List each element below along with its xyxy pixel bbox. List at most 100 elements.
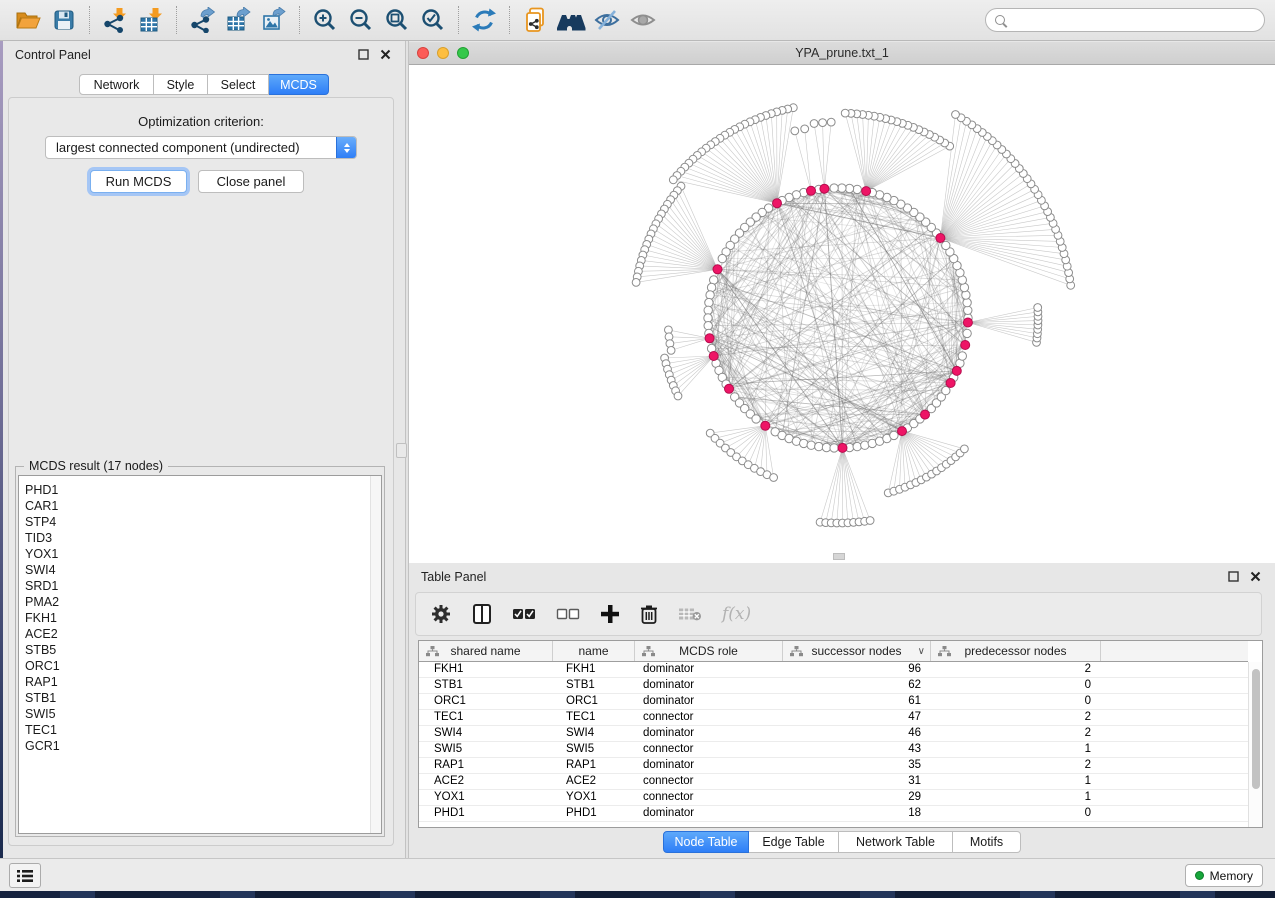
- mcds-result-item[interactable]: SWI5: [19, 706, 369, 722]
- mcds-result-item[interactable]: PMA2: [19, 594, 369, 610]
- tab-motifs[interactable]: Motifs: [953, 831, 1021, 853]
- tab-node-table[interactable]: Node Table: [663, 831, 749, 853]
- tab-network[interactable]: Network: [79, 74, 154, 95]
- table-cell[interactable]: 2: [931, 758, 1101, 773]
- table-cell[interactable]: PHD1: [419, 806, 553, 821]
- function-builder-icon[interactable]: f(x): [722, 601, 751, 627]
- table-cell[interactable]: STB1: [553, 678, 635, 693]
- table-row[interactable]: SWI5SWI5connector431: [419, 742, 1248, 758]
- mcds-result-item[interactable]: ORC1: [19, 658, 369, 674]
- mcds-result-item[interactable]: STB5: [19, 642, 369, 658]
- hide-selected-eye-icon[interactable]: [589, 4, 625, 36]
- table-cell[interactable]: FKH1: [419, 662, 553, 677]
- table-cell[interactable]: ACE2: [419, 774, 553, 789]
- table-cell[interactable]: 31: [783, 774, 931, 789]
- network-canvas[interactable]: [409, 65, 1275, 563]
- zoom-fit-icon[interactable]: [379, 4, 415, 36]
- export-network-icon[interactable]: [184, 4, 220, 36]
- show-column-icon[interactable]: [472, 601, 492, 627]
- table-cell[interactable]: TEC1: [419, 710, 553, 725]
- table-cell[interactable]: 2: [931, 710, 1101, 725]
- table-cell[interactable]: connector: [635, 710, 783, 725]
- search-input[interactable]: [1010, 12, 1255, 28]
- table-cell[interactable]: dominator: [635, 662, 783, 677]
- mcds-result-item[interactable]: FKH1: [19, 610, 369, 626]
- table-row[interactable]: SWI4SWI4dominator462: [419, 726, 1248, 742]
- table-cell[interactable]: ORC1: [553, 694, 635, 709]
- table-cell[interactable]: 2: [931, 662, 1101, 677]
- table-cell[interactable]: 47: [783, 710, 931, 725]
- task-history-button[interactable]: [9, 863, 41, 888]
- table-cell[interactable]: connector: [635, 742, 783, 757]
- network-horizontal-scrollbar-thumb[interactable]: [833, 553, 845, 560]
- add-row-icon[interactable]: [600, 601, 620, 627]
- table-cell[interactable]: 1: [931, 774, 1101, 789]
- mcds-result-item[interactable]: PHD1: [19, 482, 369, 498]
- close-panel-button[interactable]: Close panel: [198, 170, 304, 193]
- table-cell[interactable]: 0: [931, 678, 1101, 693]
- table-cell[interactable]: ORC1: [419, 694, 553, 709]
- mcds-result-item[interactable]: RAP1: [19, 674, 369, 690]
- float-table-panel-icon[interactable]: [1225, 569, 1241, 585]
- search-box[interactable]: [985, 8, 1265, 32]
- select-all-checkboxes-icon[interactable]: [512, 601, 536, 627]
- tab-select[interactable]: Select: [208, 74, 269, 95]
- network-graph[interactable]: [409, 65, 1275, 563]
- table-row[interactable]: RAP1RAP1dominator352: [419, 758, 1248, 774]
- column-header-mcds-role[interactable]: MCDS role: [635, 641, 783, 661]
- table-scrollbar-thumb[interactable]: [1252, 669, 1260, 789]
- table-cell[interactable]: dominator: [635, 678, 783, 693]
- table-cell[interactable]: YOX1: [553, 790, 635, 805]
- column-header-predecessor-nodes[interactable]: predecessor nodes: [931, 641, 1101, 661]
- tab-style[interactable]: Style: [154, 74, 208, 95]
- table-cell[interactable]: 18: [783, 806, 931, 821]
- zoom-out-icon[interactable]: [343, 4, 379, 36]
- table-cell[interactable]: dominator: [635, 758, 783, 773]
- table-cell[interactable]: 96: [783, 662, 931, 677]
- export-to-web-icon[interactable]: [517, 4, 553, 36]
- table-cell[interactable]: 35: [783, 758, 931, 773]
- import-table-icon[interactable]: [133, 4, 169, 36]
- mcds-result-item[interactable]: TID3: [19, 530, 369, 546]
- table-cell[interactable]: 0: [931, 694, 1101, 709]
- divider-grab-handle[interactable]: [396, 443, 407, 458]
- mcds-result-item[interactable]: ACE2: [19, 626, 369, 642]
- table-cell[interactable]: connector: [635, 790, 783, 805]
- table-cell[interactable]: 43: [783, 742, 931, 757]
- close-table-panel-icon[interactable]: [1247, 569, 1263, 585]
- zoom-selected-icon[interactable]: [415, 4, 451, 36]
- table-cell[interactable]: dominator: [635, 806, 783, 821]
- table-cell[interactable]: 0: [931, 806, 1101, 821]
- mcds-result-item[interactable]: TEC1: [19, 722, 369, 738]
- table-cell[interactable]: connector: [635, 774, 783, 789]
- table-row[interactable]: ORC1ORC1dominator610: [419, 694, 1248, 710]
- save-session-icon[interactable]: [46, 4, 82, 36]
- table-cell[interactable]: STB1: [419, 678, 553, 693]
- show-all-eye-icon[interactable]: [625, 4, 661, 36]
- table-cell[interactable]: RAP1: [419, 758, 553, 773]
- table-cell[interactable]: SWI4: [419, 726, 553, 741]
- run-mcds-button[interactable]: Run MCDS: [90, 170, 187, 193]
- import-network-icon[interactable]: [97, 4, 133, 36]
- delete-table-icon[interactable]: [678, 601, 702, 627]
- table-cell[interactable]: FKH1: [553, 662, 635, 677]
- mcds-result-item[interactable]: YOX1: [19, 546, 369, 562]
- table-row[interactable]: FKH1FKH1dominator962: [419, 662, 1248, 678]
- table-cell[interactable]: 1: [931, 742, 1101, 757]
- tab-edge-table[interactable]: Edge Table: [749, 831, 839, 853]
- close-panel-icon[interactable]: [377, 47, 393, 63]
- table-cell[interactable]: PHD1: [553, 806, 635, 821]
- column-header-successor-nodes[interactable]: successor nodes∨: [783, 641, 931, 661]
- table-cell[interactable]: TEC1: [553, 710, 635, 725]
- table-row[interactable]: PHD1PHD1dominator180: [419, 806, 1248, 822]
- table-cell[interactable]: RAP1: [553, 758, 635, 773]
- dropdown-stepper-icon[interactable]: [336, 136, 356, 159]
- zoom-in-icon[interactable]: [307, 4, 343, 36]
- export-table-icon[interactable]: [220, 4, 256, 36]
- open-session-icon[interactable]: [10, 4, 46, 36]
- table-cell[interactable]: 46: [783, 726, 931, 741]
- optimization-criterion-dropdown[interactable]: largest connected component (undirected): [45, 136, 357, 159]
- table-cell[interactable]: SWI5: [553, 742, 635, 757]
- table-cell[interactable]: ACE2: [553, 774, 635, 789]
- table-scrollbar-track[interactable]: [1248, 662, 1262, 827]
